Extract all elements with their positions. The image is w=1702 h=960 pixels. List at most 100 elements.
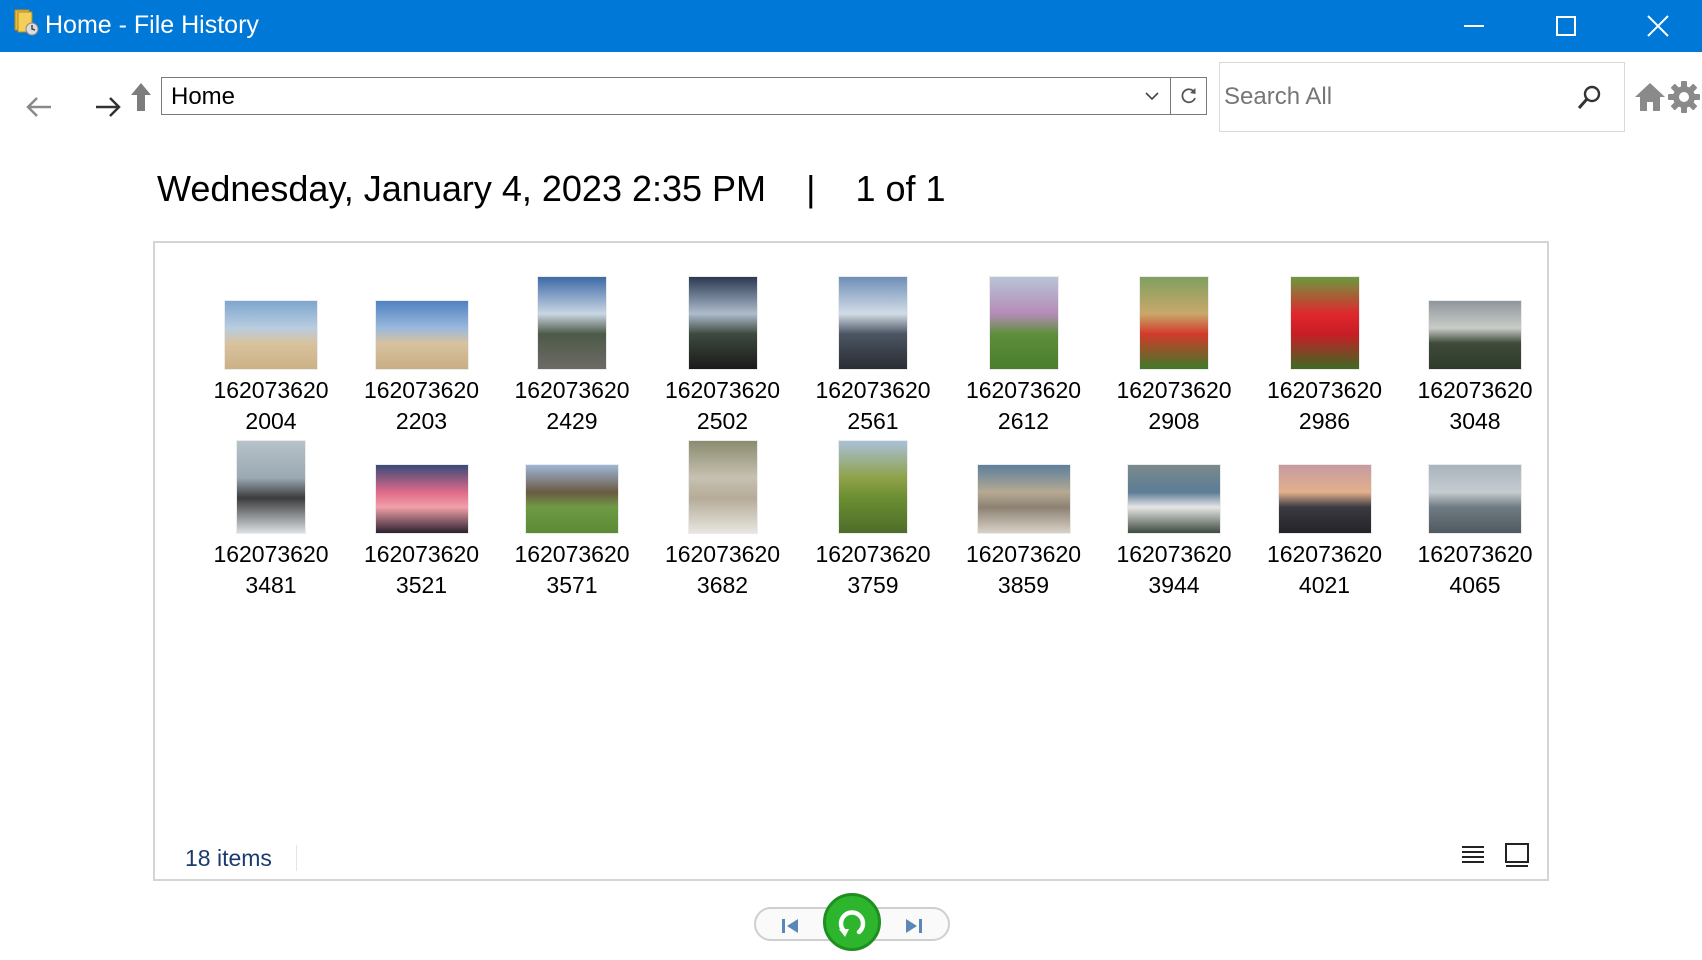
minimize-button[interactable] [1428,0,1520,52]
large-icons-view-button[interactable] [1503,841,1531,869]
file-name-line-1: 162073620 [815,377,931,403]
window-title: Home - File History [45,11,259,39]
file-name: 162073620 2561 [798,375,948,437]
refresh-button[interactable] [1170,77,1207,115]
file-name-line-2: 3481 [245,572,297,598]
file-item[interactable]: 162073620 3944 [1099,441,1249,601]
heading-separator: | [806,168,816,209]
image-thumbnail [1140,277,1208,369]
image-thumbnail [1429,301,1521,369]
file-name: 162073620 2429 [497,375,647,437]
file-name-line-1: 162073620 [213,541,329,567]
image-thumbnail [237,441,305,533]
forward-button[interactable] [91,90,125,124]
address-dropdown-button[interactable] [1134,78,1170,114]
skip-next-icon [906,919,922,933]
file-item[interactable]: 162073620 2004 [196,277,346,437]
chevron-down-icon [1145,92,1159,101]
home-icon [1635,83,1665,111]
next-version-button[interactable] [894,911,934,941]
file-name: 162073620 3481 [196,539,346,601]
file-name-line-1: 162073620 [815,541,931,567]
file-name: 162073620 4021 [1250,539,1400,601]
close-button[interactable] [1612,0,1702,52]
file-item[interactable]: 162073620 2908 [1099,277,1249,437]
file-item[interactable]: 162073620 4065 [1400,441,1550,601]
file-name-line-2: 4065 [1449,572,1501,598]
file-name: 162073620 2986 [1250,375,1400,437]
arrow-up-icon [131,83,151,111]
file-item[interactable]: 162073620 2986 [1250,277,1400,437]
file-name-line-1: 162073620 [1417,377,1533,403]
file-item[interactable]: 162073620 3521 [347,441,497,601]
file-item[interactable]: 162073620 2561 [798,277,948,437]
up-button[interactable] [126,80,156,114]
file-name: 162073620 4065 [1400,539,1550,601]
file-list-panel[interactable]: 162073620 2004 162073620 2203 162073620 2429 1… [153,241,1549,881]
details-view-button[interactable] [1459,841,1487,869]
file-item[interactable]: 162073620 3481 [196,441,346,601]
item-count: 18 items [185,845,272,871]
search-input[interactable] [1224,81,1564,113]
file-name-line-2: 2612 [997,408,1050,434]
image-thumbnail [1290,277,1359,369]
image-thumbnail [1429,465,1521,533]
maximize-button[interactable] [1520,0,1612,52]
restore-icon [838,910,866,937]
home-button[interactable] [1633,80,1667,114]
search-box[interactable] [1219,62,1625,132]
file-name: 162073620 3521 [347,539,497,601]
file-name: 162073620 2203 [347,375,497,437]
address-bar[interactable]: Home [161,77,1171,115]
file-item[interactable]: 162073620 3682 [648,441,798,601]
image-thumbnail [225,301,317,369]
file-item[interactable]: 162073620 3048 [1400,277,1550,437]
file-name-line-2: 2561 [847,408,899,434]
skip-previous-icon [782,919,798,933]
search-icon[interactable] [1574,83,1604,113]
image-thumbnail [1128,465,1220,533]
tile-view-icon [1505,843,1529,867]
image-thumbnail [375,301,468,369]
file-item[interactable]: 162073620 2612 [949,277,1099,437]
file-name: 162073620 3682 [648,539,798,601]
previous-version-button[interactable] [770,911,810,941]
restore-button[interactable] [823,893,881,951]
file-item[interactable]: 162073620 4021 [1250,441,1400,601]
file-name-line-2: 3682 [696,572,749,598]
file-name-line-2: 2429 [546,408,598,434]
file-item[interactable]: 162073620 2429 [497,277,647,437]
address-value: Home [171,83,236,110]
gear-icon [1668,81,1700,113]
file-name-line-2: 2908 [1148,408,1200,434]
file-name: 162073620 3571 [497,539,647,601]
file-name-line-1: 162073620 [1266,541,1383,567]
file-item[interactable]: 162073620 3759 [798,441,948,601]
image-thumbnail [538,277,606,369]
file-name-line-1: 162073620 [1116,377,1232,403]
settings-button[interactable] [1667,80,1701,114]
file-name-line-2: 3944 [1148,572,1200,598]
image-thumbnail [839,441,907,533]
file-name: 162073620 3048 [1400,375,1550,437]
file-item[interactable]: 162073620 3571 [497,441,647,601]
back-button[interactable] [22,90,56,124]
file-name-line-2: 2004 [245,408,297,434]
file-item[interactable]: 162073620 2203 [347,277,497,437]
file-name: 162073620 2502 [648,375,798,437]
file-name: 162073620 3944 [1099,539,1249,601]
file-name-line-2: 3759 [847,572,899,598]
image-thumbnail [375,465,468,533]
status-divider [296,845,297,871]
version-counter: 1 of 1 [855,168,946,209]
backup-heading: Wednesday, January 4, 2023 2:35 PM | 1 o… [157,167,946,211]
file-name: 162073620 2004 [196,375,346,437]
file-name-line-1: 162073620 [664,541,781,567]
file-history-app-icon [14,9,40,37]
list-view-icon [1462,846,1484,863]
file-item[interactable]: 162073620 3859 [949,441,1099,601]
file-item[interactable]: 162073620 2502 [648,277,798,437]
file-name-line-2: 3048 [1449,408,1501,434]
refresh-icon [1181,88,1196,104]
file-name-line-1: 162073620 [514,377,630,403]
